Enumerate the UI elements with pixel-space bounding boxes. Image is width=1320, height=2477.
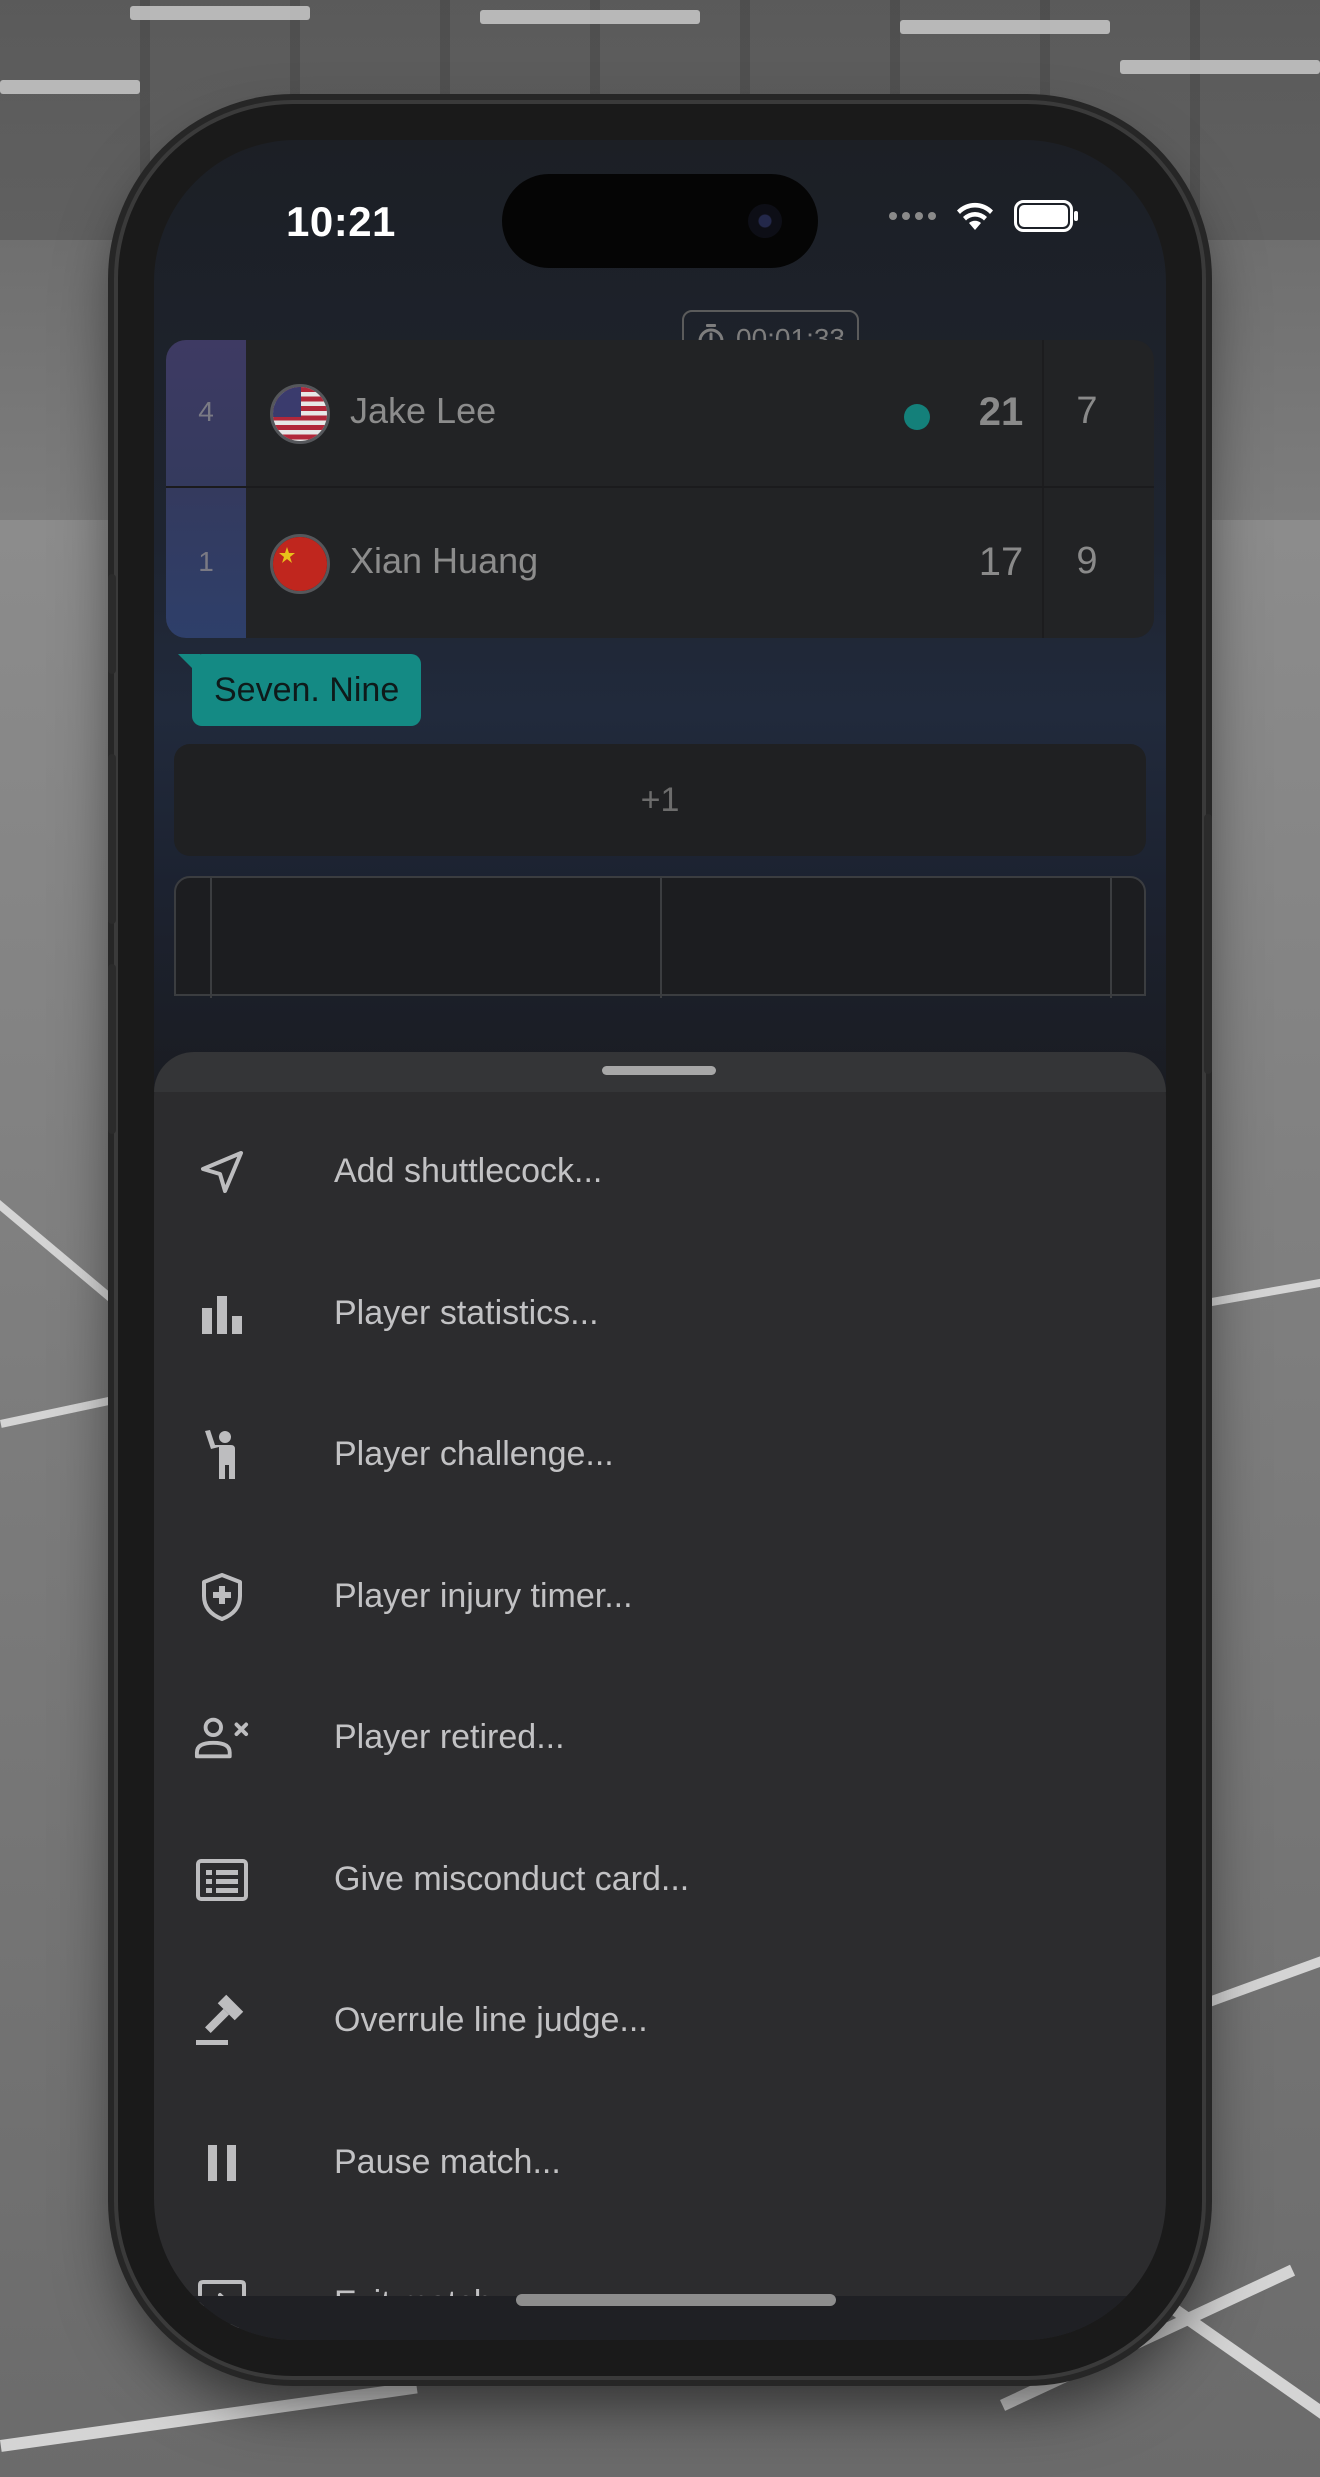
menu-item-player-injury-timer[interactable]: Player injury timer... — [154, 1527, 1166, 1669]
ceiling-light — [480, 10, 700, 24]
court-diagram[interactable] — [174, 876, 1146, 998]
volume-down-button — [108, 964, 116, 1134]
menu-item-add-shuttlecock[interactable]: Add shuttlecock... — [154, 1102, 1166, 1244]
player-name: Xian Huang — [350, 540, 539, 581]
action-menu: Add shuttlecock... Player statistics... — [154, 1102, 1166, 2340]
ceiling-light — [130, 6, 310, 20]
add-point-button[interactable]: +1 — [174, 744, 1146, 856]
usa-flag-icon — [270, 384, 330, 444]
side-button — [108, 574, 116, 674]
send-arrow-icon — [194, 1144, 250, 1200]
signal-dots-icon — [889, 212, 936, 220]
court-line — [210, 878, 212, 998]
menu-item-player-statistics[interactable]: Player statistics... — [154, 1244, 1166, 1386]
court-line — [660, 878, 662, 998]
screen: 10:21 00:01:33 4 Jake Lee 21 7 1 Xian Hu… — [154, 140, 1166, 2340]
volume-up-button — [108, 754, 116, 924]
ceiling-light — [1120, 60, 1320, 74]
home-indicator[interactable] — [516, 2294, 836, 2306]
pause-icon — [194, 2135, 250, 2191]
status-time: 10:21 — [286, 198, 396, 245]
player-row[interactable]: 1 Xian Huang 17 9 — [166, 490, 1154, 638]
wifi-icon — [957, 202, 993, 230]
serving-indicator — [904, 404, 930, 430]
menu-item-label: Player retired... — [334, 1718, 565, 1756]
status-icons — [889, 200, 1080, 232]
games-score: 7 — [1076, 390, 1098, 432]
court-line — [1110, 878, 1112, 998]
menu-item-give-misconduct-card[interactable]: Give misconduct card... — [154, 1810, 1166, 1952]
menu-item-label: Overrule line judge... — [334, 2001, 648, 2039]
menu-item-label: Player injury timer... — [334, 1576, 633, 1615]
power-button — [1204, 814, 1212, 1074]
menu-item-label: Player statistics... — [334, 1293, 599, 1332]
current-game-score: 17 — [978, 540, 1024, 584]
player-seed: 4 — [198, 396, 214, 427]
china-flag-icon — [270, 534, 330, 594]
drag-handle[interactable] — [602, 1066, 716, 1075]
action-sheet: Add shuttlecock... Player statistics... — [154, 1052, 1166, 2340]
gavel-icon — [194, 1993, 250, 2049]
menu-item-label: Player challenge... — [334, 1435, 614, 1473]
dynamic-island — [502, 174, 818, 268]
ceiling-light — [900, 20, 1110, 34]
menu-item-label: Pause match... — [334, 2142, 561, 2181]
score-announcement: Seven. Nine — [177, 654, 422, 726]
list-card-icon — [194, 1852, 250, 1908]
person-remove-icon — [194, 1710, 250, 1766]
battery-icon — [1014, 200, 1078, 232]
menu-item-label: Give misconduct card... — [334, 1859, 690, 1898]
current-game-score: 21 — [978, 390, 1024, 434]
menu-item-overrule-line-judge[interactable]: Overrule line judge... — [154, 1951, 1166, 2093]
ceiling-light — [0, 80, 140, 94]
player-name: Jake Lee — [350, 390, 497, 431]
menu-item-player-retired[interactable]: Player retired... — [154, 1668, 1166, 1810]
shield-plus-icon — [194, 1569, 250, 1625]
person-raising-hand-icon — [194, 1427, 250, 1483]
scoreboard: 4 Jake Lee 21 7 1 Xian Huang 17 9 — [166, 340, 1154, 638]
phone-frame: 10:21 00:01:33 4 Jake Lee 21 7 1 Xian Hu… — [108, 104, 1212, 2376]
bar-chart-icon — [194, 1286, 250, 1342]
games-score: 9 — [1076, 540, 1098, 582]
player-seed: 1 — [198, 546, 214, 577]
menu-item-pause-match[interactable]: Pause match... — [154, 2093, 1166, 2235]
player-row[interactable]: 4 Jake Lee 21 7 — [166, 340, 1154, 488]
menu-item-player-challenge[interactable]: Player challenge... — [154, 1385, 1166, 1527]
camera-icon — [748, 204, 782, 238]
menu-item-label: Add shuttlecock... — [334, 1152, 603, 1190]
